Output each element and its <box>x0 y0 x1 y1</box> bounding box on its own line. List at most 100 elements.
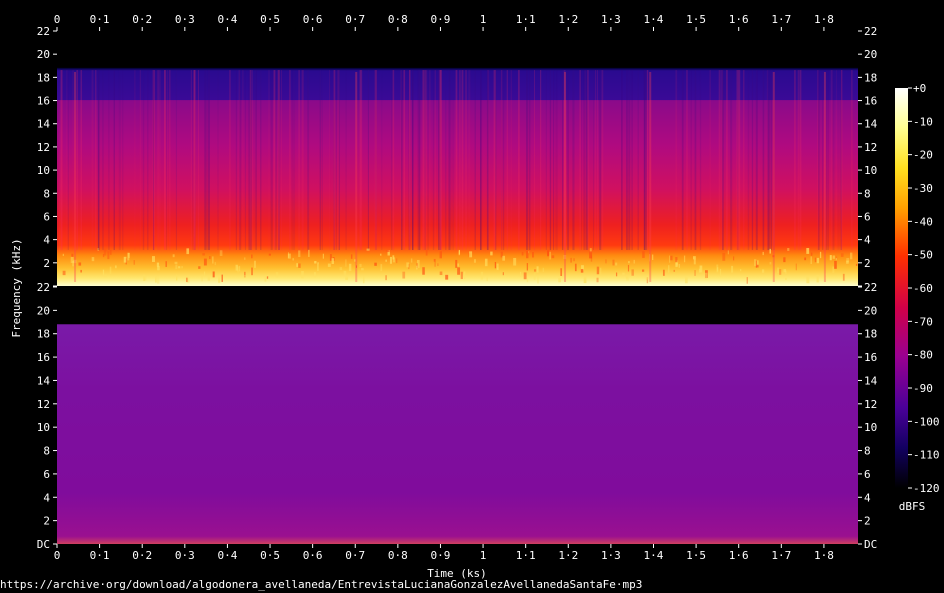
band-noise <box>840 253 844 257</box>
band-noise <box>265 274 268 277</box>
streak <box>367 70 369 250</box>
streak <box>432 70 435 250</box>
band-noise <box>612 259 615 266</box>
y-tick-label-left: 16 <box>37 95 50 108</box>
streak <box>57 70 59 250</box>
y-tick-label-left: 4 <box>43 234 50 247</box>
band-noise <box>322 253 324 259</box>
y-tick-label-right: 22 <box>864 281 877 294</box>
band-noise <box>186 275 190 283</box>
x-tick-label-top: 0·9 <box>431 13 451 26</box>
x-tick-label-bottom: 0·1 <box>90 549 110 562</box>
x-tick-label-top: 1·7 <box>771 13 791 26</box>
streak <box>452 70 454 250</box>
band-noise <box>268 253 271 256</box>
band-noise <box>406 262 409 268</box>
streak <box>390 70 393 250</box>
band-noise <box>416 265 418 270</box>
band-noise <box>502 272 504 276</box>
band-noise <box>350 254 353 259</box>
band-noise <box>684 277 688 284</box>
band-noise <box>156 275 160 284</box>
y-tick-label-left: 8 <box>43 445 50 458</box>
colorbar-tick-label: -30 <box>913 182 933 195</box>
band-noise <box>207 275 211 281</box>
band-noise <box>626 276 629 281</box>
y-tick-label-right: 20 <box>864 304 877 317</box>
streak <box>239 70 242 250</box>
band-noise <box>327 263 331 267</box>
band-noise <box>717 267 719 272</box>
x-tick-label-bottom: 0·4 <box>217 549 237 562</box>
streak <box>738 70 741 250</box>
band-noise <box>156 262 160 267</box>
band-noise <box>176 275 178 281</box>
band-noise <box>366 248 370 251</box>
streak <box>270 70 273 250</box>
streak <box>411 70 414 250</box>
streak <box>403 70 406 250</box>
band-noise <box>673 269 676 272</box>
band-noise <box>127 252 130 261</box>
streak <box>147 70 149 250</box>
band-noise <box>627 264 630 272</box>
band-noise <box>221 274 223 282</box>
band-noise <box>359 263 362 268</box>
streak <box>445 70 447 250</box>
band-noise <box>251 267 253 276</box>
streak <box>66 70 68 250</box>
y-tick-label-right: 4 <box>864 491 871 504</box>
band-noise <box>107 251 110 260</box>
band-noise <box>455 259 458 268</box>
band-noise <box>434 261 436 267</box>
streak <box>747 70 750 250</box>
streak <box>726 70 728 250</box>
y-tick-label-left: 4 <box>43 491 50 504</box>
colorbar-tick-label: -50 <box>913 249 933 262</box>
band-noise <box>731 265 734 273</box>
streak <box>626 70 628 250</box>
streak <box>375 70 377 250</box>
colorbar-tick-label: -60 <box>913 282 933 295</box>
streak <box>770 70 773 250</box>
channel-2-spectrogram <box>57 287 858 544</box>
band-noise <box>62 253 64 257</box>
band-noise <box>574 263 577 272</box>
y-tick-label-left: 10 <box>37 421 50 434</box>
y-tick-label-left: 8 <box>43 187 50 200</box>
x-axis-bottom: 0 0·1 0·2 0·3 0·4 0·5 0·6 0·7 0·8 0·9 1 1·1 1·2 1·3 1·… <box>54 544 834 562</box>
y-tick-label-right: 10 <box>864 164 877 177</box>
band-noise <box>296 263 298 267</box>
band-noise <box>251 254 253 259</box>
band-noise <box>91 257 95 262</box>
x-tick-label-bottom: 0·9 <box>431 549 451 562</box>
streak <box>153 70 155 250</box>
y-tick-label-right: 14 <box>864 118 878 131</box>
band-noise <box>103 274 107 278</box>
streak <box>722 70 725 250</box>
streak <box>307 70 310 250</box>
band-noise <box>694 270 696 276</box>
streak <box>468 70 471 250</box>
x-tick-label-top: 0·1 <box>90 13 110 26</box>
y-tick-label-left: 18 <box>37 328 50 341</box>
streak <box>274 70 277 250</box>
band-noise <box>380 253 382 256</box>
streak <box>822 70 824 250</box>
band-noise <box>103 248 107 256</box>
band-noise <box>186 248 190 255</box>
band-noise <box>165 261 167 267</box>
band-noise <box>785 277 787 280</box>
x-tick-label-top: 0·6 <box>303 13 323 26</box>
band-noise <box>622 272 625 275</box>
streak <box>581 70 582 250</box>
streak <box>832 70 835 250</box>
band-noise <box>402 271 406 279</box>
y-tick-label-right: 6 <box>864 210 871 223</box>
y-tick-label-left: 6 <box>43 210 50 223</box>
streak <box>254 70 257 250</box>
y-tick-label-right: 2 <box>864 515 871 528</box>
band-noise <box>668 265 670 273</box>
streak <box>461 70 464 250</box>
band-noise <box>662 269 665 276</box>
